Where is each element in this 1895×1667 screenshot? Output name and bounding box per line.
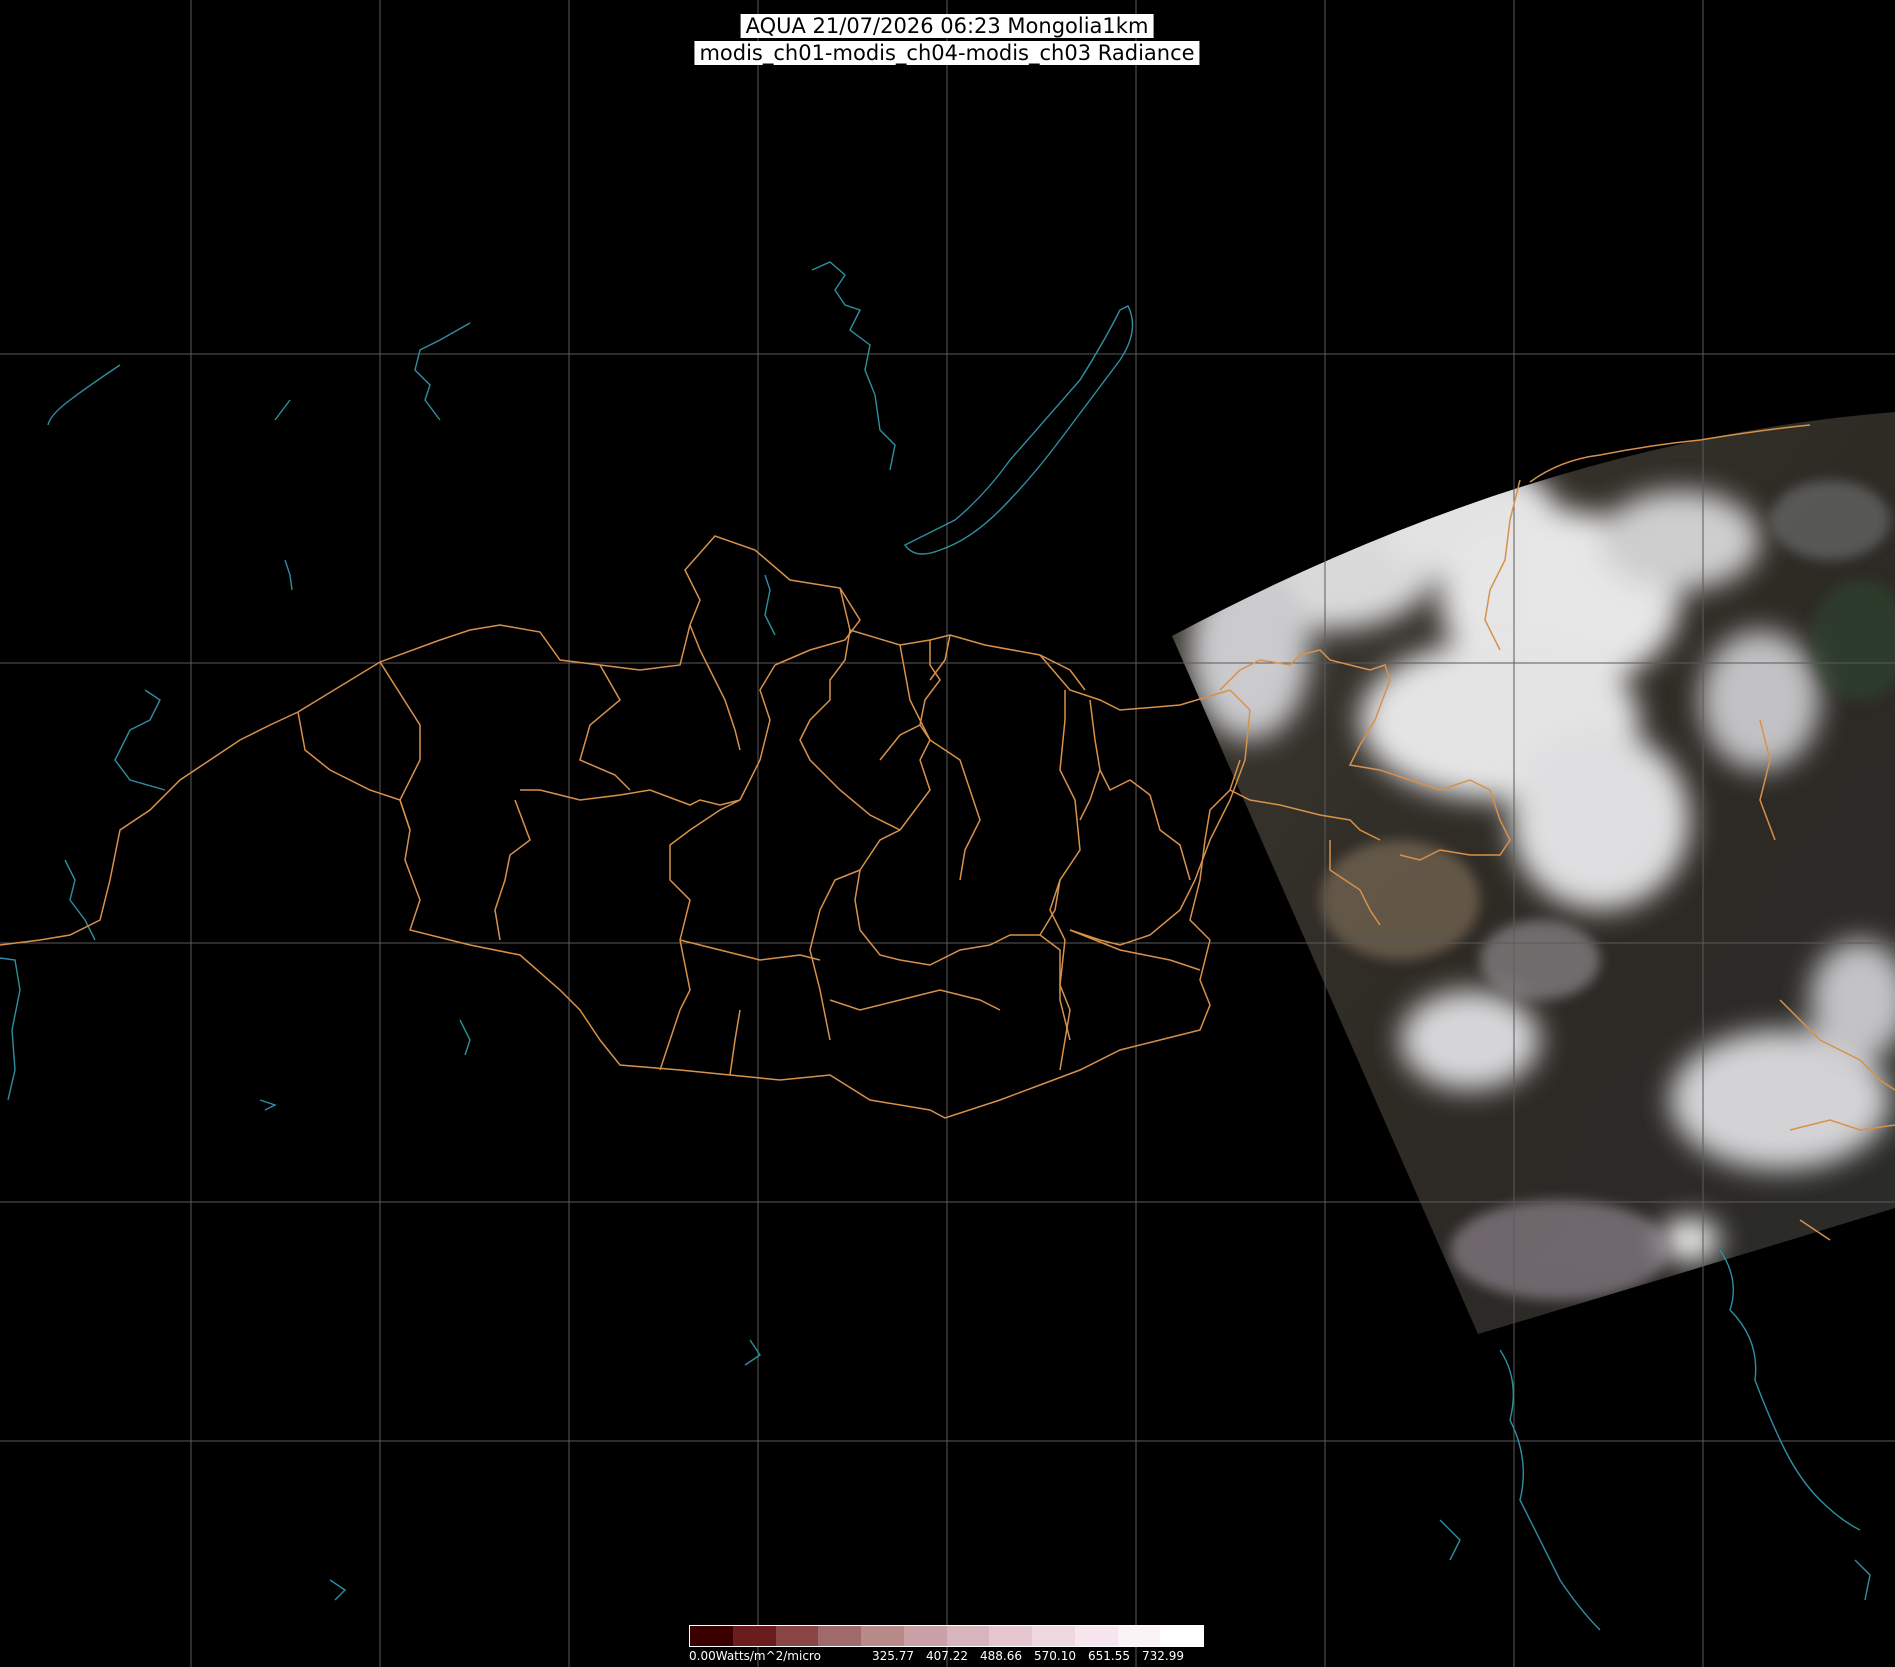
legend-labels: 0.00Watts/m^2/micro 325.77 407.22 488.66… xyxy=(689,1647,1204,1663)
legend-color-swatch xyxy=(818,1626,861,1646)
legend-color-swatch xyxy=(775,1626,819,1646)
color-legend: 0.00Watts/m^2/micro 325.77 407.22 488.66… xyxy=(689,1625,1204,1665)
legend-color-swatch xyxy=(861,1626,904,1646)
legend-color-bar xyxy=(689,1625,1204,1647)
legend-color-swatch xyxy=(989,1626,1032,1646)
legend-color-swatch xyxy=(903,1626,947,1646)
legend-color-swatch xyxy=(1160,1626,1203,1646)
legend-color-swatch xyxy=(690,1626,733,1646)
legend-tick-label: 732.99 xyxy=(1142,1649,1184,1663)
legend-color-swatch xyxy=(1117,1626,1161,1646)
legend-unit-label: 0.00Watts/m^2/micro xyxy=(689,1649,821,1663)
satellite-swath xyxy=(1172,412,1895,1334)
legend-tick-label: 570.10 xyxy=(1034,1649,1076,1663)
legend-color-swatch xyxy=(1074,1626,1118,1646)
map-title-line-2: modis_ch01-modis_ch04-modis_ch03 Radianc… xyxy=(694,41,1200,65)
legend-tick-label: 651.55 xyxy=(1088,1649,1130,1663)
legend-tick-label: 325.77 xyxy=(872,1649,914,1663)
map-title-line-1: AQUA 21/07/2026 06:23 Mongolia1km xyxy=(740,14,1154,38)
legend-color-swatch xyxy=(732,1626,776,1646)
legend-color-swatch xyxy=(1032,1626,1075,1646)
satellite-map xyxy=(0,0,1895,1667)
legend-color-swatch xyxy=(946,1626,990,1646)
legend-tick-label: 407.22 xyxy=(926,1649,968,1663)
legend-tick-label: 488.66 xyxy=(980,1649,1022,1663)
